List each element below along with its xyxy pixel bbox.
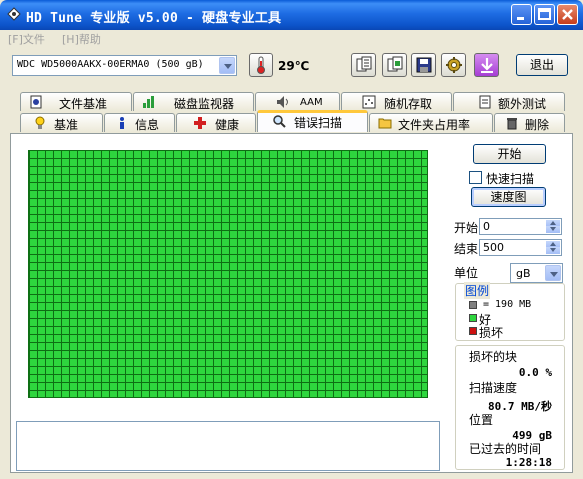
scan-log[interactable] bbox=[16, 421, 440, 471]
position-label: 位置 bbox=[469, 413, 494, 427]
unit-value: gB bbox=[516, 267, 531, 280]
tab-label: AAM bbox=[300, 97, 323, 108]
unit-select[interactable]: gB bbox=[510, 263, 563, 283]
tab-info[interactable]: 信息 bbox=[104, 113, 175, 132]
speed-map-button[interactable]: 速度图 bbox=[471, 187, 546, 207]
tab-label: 随机存取 bbox=[384, 97, 433, 111]
tab-label: 信息 bbox=[135, 118, 160, 132]
hdtune-diamond-icon bbox=[6, 7, 22, 23]
exit-button[interactable]: 退出 bbox=[516, 54, 568, 76]
menu-help[interactable]: [H]帮助 bbox=[62, 31, 101, 47]
scan-stats-group: 损坏的块 0.0 % 扫描速度 80.7 MB/秒 位置 499 gB 已过去的… bbox=[455, 345, 565, 470]
tab-label: 文件夹占用率 bbox=[398, 118, 471, 132]
chevron-down-icon[interactable] bbox=[219, 57, 235, 74]
tab-erase[interactable]: 删除 bbox=[494, 113, 565, 132]
info-icon bbox=[120, 117, 124, 129]
extra-tests-icon bbox=[479, 95, 491, 109]
save-button[interactable] bbox=[411, 53, 436, 77]
download-arrow-icon bbox=[481, 58, 493, 73]
drive-select[interactable]: WDC WD5000AAKX-00ERMA0 (500 gB) bbox=[12, 55, 237, 76]
tab-error-scan[interactable]: 错误扫描 bbox=[257, 110, 368, 132]
legend-block-swatch bbox=[469, 301, 477, 309]
copy-screenshot-icon bbox=[387, 56, 403, 72]
start-scan-button[interactable]: 开始 bbox=[473, 144, 546, 164]
tab-health[interactable]: 健康 bbox=[176, 113, 256, 132]
tab-label: 额外测试 bbox=[498, 97, 547, 111]
elapsed-time-value: 1:28:18 bbox=[505, 456, 552, 469]
bar-chart-icon bbox=[143, 96, 154, 108]
options-gear-icon bbox=[446, 57, 462, 73]
minimize-button[interactable] bbox=[511, 4, 532, 25]
scan-speed-label: 扫描速度 bbox=[469, 381, 518, 395]
tab-file-benchmark[interactable]: 文件基准 bbox=[20, 92, 132, 111]
tab-disk-monitor[interactable]: 磁盘监视器 bbox=[133, 92, 254, 111]
file-benchmark-icon bbox=[30, 95, 42, 109]
damaged-blocks-value: 0.0 % bbox=[518, 366, 552, 379]
end-value: 500 bbox=[483, 241, 504, 254]
toolbar: WDC WD5000AAKX-00ERMA0 (500 gB) 29℃ 退出 bbox=[0, 50, 583, 86]
legend-group: 图例 = 190 MB 好 损坏 bbox=[455, 282, 565, 341]
trash-icon bbox=[507, 118, 517, 130]
end-spinner[interactable]: 500 bbox=[479, 239, 562, 256]
tab-label: 健康 bbox=[215, 118, 240, 132]
legend-damaged-swatch bbox=[469, 327, 477, 335]
speaker-icon bbox=[277, 96, 288, 108]
damaged-blocks-label: 损坏的块 bbox=[469, 350, 518, 364]
tab-label: 磁盘监视器 bbox=[174, 97, 235, 111]
temperature-button[interactable] bbox=[249, 53, 273, 77]
thermometer-icon bbox=[257, 56, 265, 74]
spin-down-icon[interactable] bbox=[546, 247, 560, 254]
maximize-button[interactable] bbox=[534, 4, 555, 25]
legend-title: 图例 bbox=[464, 282, 491, 299]
tab-aam[interactable]: AAM bbox=[255, 92, 340, 111]
elapsed-time-label: 已过去的时间 bbox=[469, 442, 542, 456]
tab-label: 错误扫描 bbox=[294, 116, 343, 130]
window-title: HD Tune 专业版 v5.00 - 硬盘专业工具 bbox=[26, 11, 282, 26]
legend-block-size: = 190 MB bbox=[483, 299, 532, 310]
title-bar[interactable]: HD Tune 专业版 v5.00 - 硬盘专业工具 bbox=[0, 0, 583, 30]
tab-benchmark[interactable]: 基准 bbox=[20, 113, 103, 132]
options-button[interactable] bbox=[441, 53, 466, 77]
copy-screenshot-button[interactable] bbox=[382, 53, 407, 77]
scan-block-map bbox=[28, 150, 428, 398]
folder-icon bbox=[378, 118, 392, 129]
copy-text-button[interactable] bbox=[351, 53, 376, 77]
tab-label: 基准 bbox=[54, 118, 79, 132]
health-cross-icon bbox=[194, 117, 206, 129]
drive-select-value: WDC WD5000AAKX-00ERMA0 (500 gB) bbox=[17, 59, 204, 70]
menu-file[interactable]: [F]文件 bbox=[8, 31, 45, 47]
quick-scan-checkbox[interactable] bbox=[469, 171, 482, 184]
start-value: 0 bbox=[483, 220, 490, 233]
spin-down-icon[interactable] bbox=[546, 226, 560, 233]
legend-good-swatch bbox=[469, 314, 477, 322]
menu-bar: [F]文件 [H]帮助 bbox=[0, 30, 583, 48]
unit-label: 单位 bbox=[454, 266, 479, 280]
start-spinner[interactable]: 0 bbox=[479, 218, 562, 235]
copy-text-icon bbox=[356, 56, 372, 72]
close-button[interactable] bbox=[557, 4, 578, 25]
lightbulb-icon bbox=[35, 116, 45, 129]
save-icon bbox=[416, 57, 432, 73]
start-label: 开始 bbox=[454, 221, 479, 235]
tab-label: 删除 bbox=[525, 118, 550, 132]
tab-extra-tests[interactable]: 额外测试 bbox=[453, 92, 565, 111]
tab-label: 文件基准 bbox=[59, 97, 108, 111]
tab-random-access[interactable]: 随机存取 bbox=[341, 92, 452, 111]
update-button[interactable] bbox=[474, 53, 499, 77]
tab-folder-usage[interactable]: 文件夹占用率 bbox=[369, 113, 493, 132]
quick-scan-label[interactable]: 快速扫描 bbox=[486, 170, 534, 187]
chevron-down-icon[interactable] bbox=[545, 265, 561, 281]
temperature-value: 29℃ bbox=[278, 59, 310, 73]
scan-speed-value: 80.7 MB/秒 bbox=[488, 400, 552, 413]
legend-damaged-label: 损坏 bbox=[479, 326, 504, 340]
end-label: 结束 bbox=[454, 242, 479, 256]
random-access-icon bbox=[362, 95, 376, 109]
magnifier-icon bbox=[273, 115, 286, 128]
